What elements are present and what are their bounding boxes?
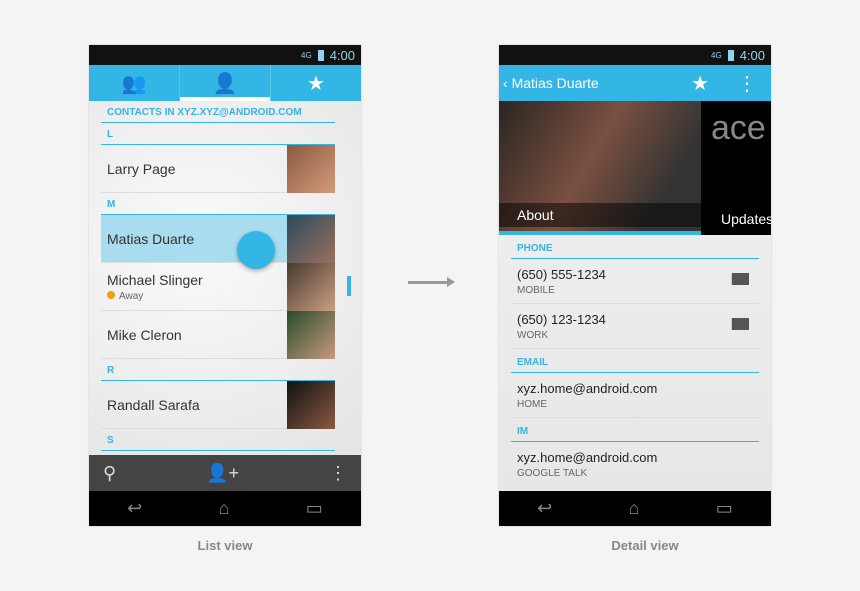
list-view-phone: 4G 4:00 👥 👤 ★ CONTACTS IN XYZ.XYZ@ANDROID… bbox=[89, 45, 361, 526]
scrollbar[interactable] bbox=[347, 276, 351, 296]
contact-title: Matias Duarte bbox=[511, 75, 599, 91]
phone-header: PHONE bbox=[511, 235, 759, 259]
overflow-menu-icon[interactable]: ⋮ bbox=[737, 71, 757, 96]
bottom-action-bar: ⚲ 👤+ ⋮ bbox=[89, 455, 361, 491]
search-icon[interactable]: ⚲ bbox=[103, 463, 116, 484]
tab-all-contacts[interactable]: 👤 bbox=[180, 65, 271, 101]
message-icon[interactable] bbox=[731, 273, 749, 285]
contact-name: Randall Sarafa bbox=[107, 396, 200, 413]
star-icon[interactable]: ★ bbox=[691, 71, 709, 96]
contact-name: Matias Duarte bbox=[107, 230, 195, 247]
phone-number: (650) 123-1234 bbox=[517, 312, 606, 327]
contact-photo[interactable] bbox=[287, 380, 335, 429]
status-bar: 4G 4:00 bbox=[89, 45, 361, 65]
tab-groups[interactable]: 👥 bbox=[89, 65, 180, 101]
away-status-icon bbox=[107, 290, 115, 299]
contact-photo[interactable] bbox=[287, 144, 335, 193]
recent-apps-icon[interactable]: ▭ bbox=[306, 498, 323, 519]
back-icon[interactable]: ↩ bbox=[127, 498, 142, 519]
contact-name: Mike Cleron bbox=[107, 326, 182, 343]
signal-icon: 4G bbox=[301, 50, 312, 60]
updates-image-text: ace bbox=[711, 109, 766, 147]
presence-status: Away bbox=[119, 290, 144, 302]
recent-apps-icon[interactable]: ▭ bbox=[716, 498, 733, 519]
action-bar: ‹ Matias Duarte ★ ⋮ bbox=[499, 65, 771, 101]
back-icon[interactable]: ↩ bbox=[537, 498, 552, 519]
battery-icon bbox=[727, 49, 734, 61]
navigation-bar: ↩ ⌂ ▭ bbox=[499, 491, 771, 526]
email-value: xyz.home@android.com bbox=[517, 381, 658, 396]
phone-type: WORK bbox=[517, 330, 549, 341]
contact-list: CONTACTS IN XYZ.XYZ@ANDROID.COM L Larry … bbox=[89, 101, 361, 455]
im-value: xyz.home@android.com bbox=[517, 450, 658, 465]
tab-about[interactable]: About bbox=[499, 101, 701, 235]
photo-tabs: About ace Updates bbox=[499, 101, 771, 235]
email-header: EMAIL bbox=[511, 349, 759, 373]
up-button[interactable]: ‹ Matias Duarte bbox=[503, 75, 599, 91]
section-header: S bbox=[101, 429, 335, 451]
tab-about-label: About bbox=[499, 203, 701, 227]
status-bar: 4G 4:00 bbox=[499, 45, 771, 65]
overflow-menu-icon[interactable]: ⋮ bbox=[329, 463, 347, 484]
person-icon: 👤 bbox=[212, 72, 238, 95]
contact-row[interactable]: Larry Page bbox=[101, 144, 335, 193]
contact-photo[interactable] bbox=[287, 214, 335, 263]
contact-name: Michael Slinger bbox=[107, 271, 203, 288]
clock: 4:00 bbox=[739, 47, 765, 63]
tab-updates-label: Updates bbox=[721, 211, 771, 227]
detail-view-caption: Detail view bbox=[611, 538, 679, 553]
contact-row[interactable]: Michael Slinger Away bbox=[101, 262, 335, 311]
groups-icon: 👥 bbox=[121, 72, 147, 95]
signal-icon: 4G bbox=[711, 50, 722, 60]
contact-photo[interactable] bbox=[287, 262, 335, 311]
arrow-icon bbox=[408, 277, 455, 287]
contact-name: Larry Page bbox=[107, 160, 176, 177]
im-type: GOOGLE TALK bbox=[517, 468, 588, 479]
navigation-bar: ↩ ⌂ ▭ bbox=[89, 491, 361, 526]
tab-favorites[interactable]: ★ bbox=[271, 65, 361, 101]
back-chevron-icon: ‹ bbox=[503, 75, 512, 91]
section-header: M bbox=[101, 193, 335, 215]
tab-bar: 👥 👤 ★ bbox=[89, 65, 361, 101]
message-icon[interactable] bbox=[731, 318, 749, 330]
clock: 4:00 bbox=[329, 47, 355, 63]
phone-type: MOBILE bbox=[517, 285, 555, 296]
list-view-caption: List view bbox=[197, 538, 253, 553]
home-icon[interactable]: ⌂ bbox=[629, 498, 640, 519]
detail-view-phone: 4G 4:00 ‹ Matias Duarte ★ ⋮ About ace Updat… bbox=[499, 45, 771, 526]
phone-row[interactable]: (650) 555-1234 MOBILE bbox=[511, 259, 759, 304]
contact-photo[interactable] bbox=[287, 310, 335, 359]
phone-row[interactable]: (650) 123-1234 WORK bbox=[511, 304, 759, 349]
email-type: HOME bbox=[517, 399, 547, 410]
section-header: L bbox=[101, 123, 335, 145]
account-header: CONTACTS IN XYZ.XYZ@ANDROID.COM bbox=[101, 101, 335, 123]
contact-row[interactable]: Mike Cleron bbox=[101, 310, 335, 359]
battery-icon bbox=[317, 49, 324, 61]
phone-number: (650) 555-1234 bbox=[517, 267, 606, 282]
home-icon[interactable]: ⌂ bbox=[219, 498, 230, 519]
im-header: IM bbox=[511, 418, 759, 442]
contact-row-selected[interactable]: Matias Duarte bbox=[101, 214, 335, 269]
add-contact-icon[interactable]: 👤+ bbox=[206, 463, 239, 484]
email-row[interactable]: xyz.home@android.com HOME bbox=[511, 373, 759, 418]
star-icon: ★ bbox=[307, 72, 325, 95]
contact-row[interactable]: Randall Sarafa bbox=[101, 380, 335, 429]
section-header: R bbox=[101, 359, 335, 381]
im-row[interactable]: xyz.home@android.com GOOGLE TALK bbox=[511, 442, 759, 487]
tab-updates[interactable]: ace Updates bbox=[703, 101, 771, 235]
